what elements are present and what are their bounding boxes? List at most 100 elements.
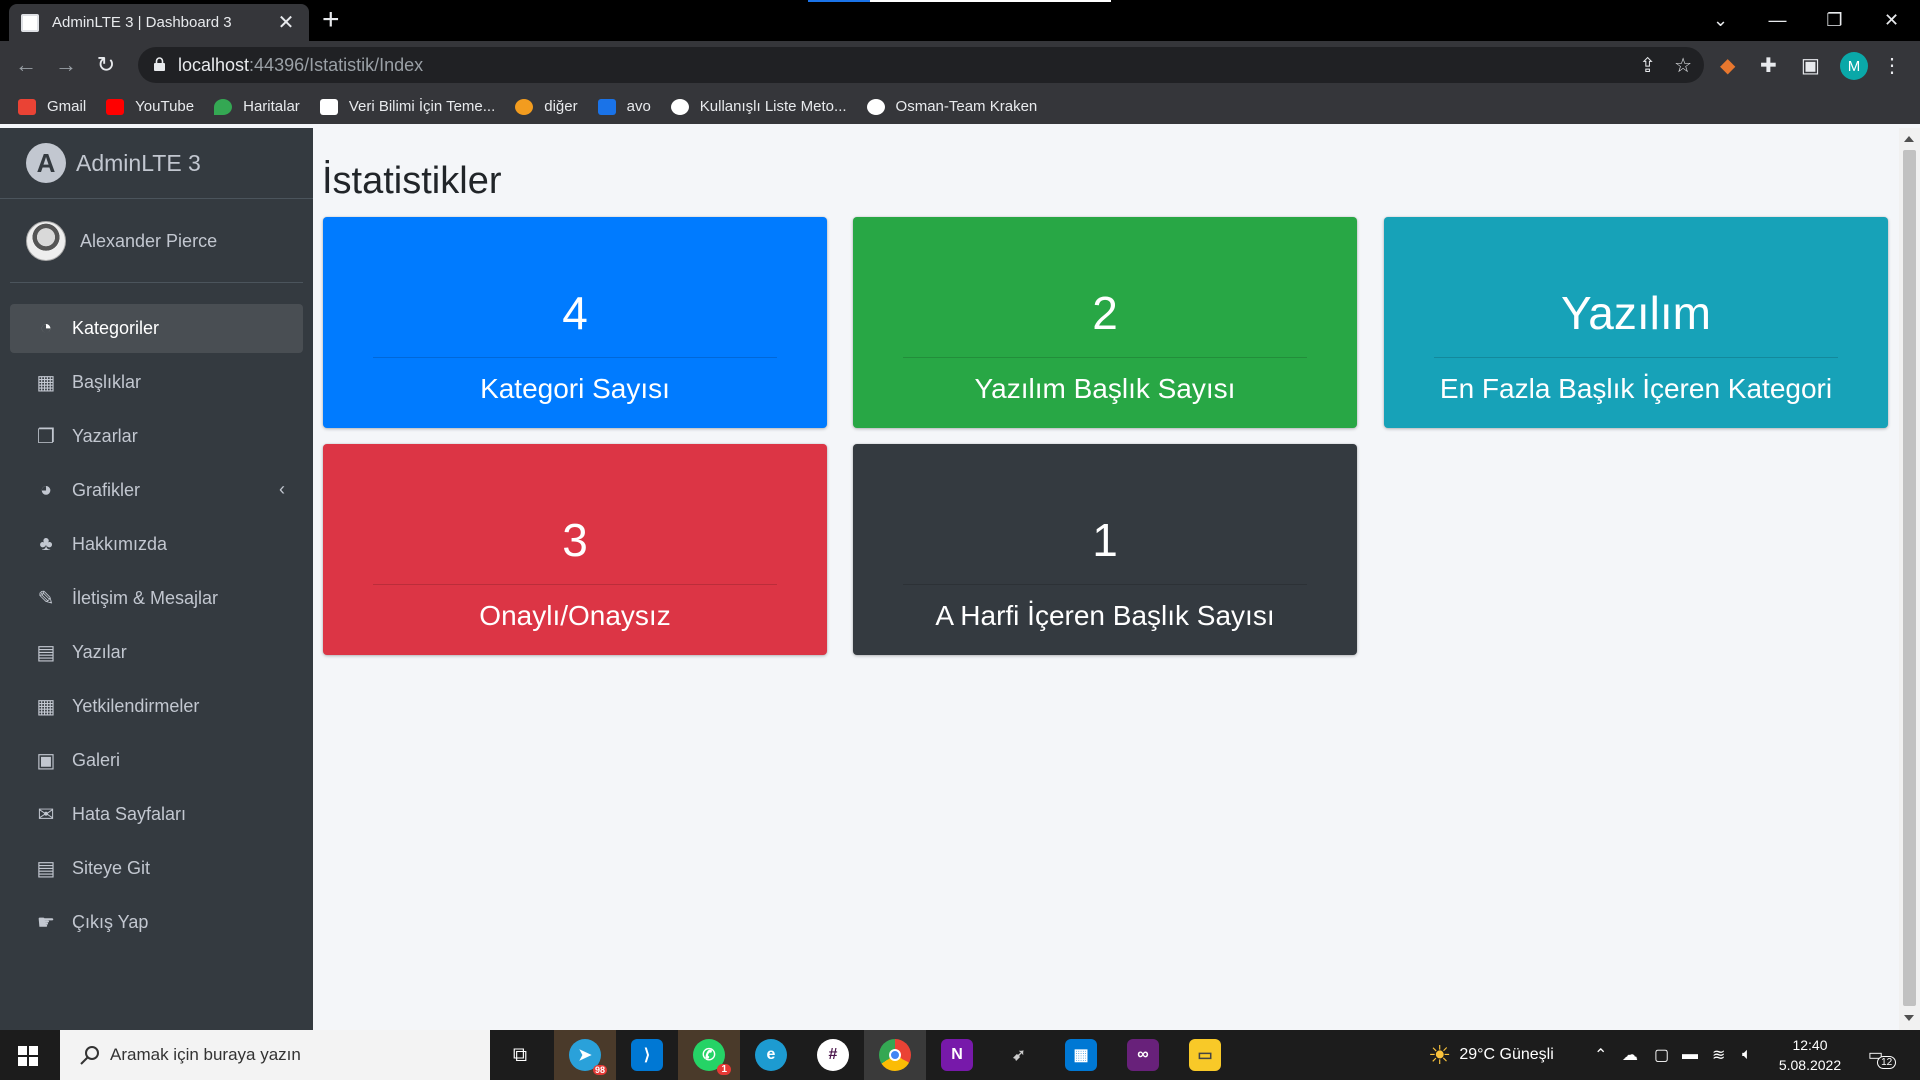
store-app[interactable]: ▦ xyxy=(1050,1030,1112,1080)
book-icon: ▤ xyxy=(36,858,56,880)
bookmark-diger[interactable]: diğer xyxy=(515,98,578,115)
close-window-icon[interactable]: ✕ xyxy=(1863,0,1920,41)
close-tab-icon[interactable]: ✕ xyxy=(275,10,297,35)
bookmark-avo[interactable]: avo xyxy=(597,98,651,115)
clock[interactable]: 12:40 5.08.2022 xyxy=(1775,1035,1845,1075)
sidebar-item-hakkimizda[interactable]: ♣ Hakkımızda xyxy=(10,520,303,569)
maps-icon xyxy=(214,98,233,115)
cursor-app[interactable]: ➹ xyxy=(988,1030,1050,1080)
bookmark-veri-bilimi[interactable]: Veri Bilimi İçin Teme... xyxy=(319,98,495,115)
bookmark-maps[interactable]: Haritalar xyxy=(214,98,300,115)
sidebar-item-yetkilendirmeler[interactable]: ▦ Yetkilendirmeler xyxy=(10,682,303,731)
grid-icon: ▦ xyxy=(36,372,56,394)
side-panel-icon[interactable]: ▣ xyxy=(1801,53,1820,78)
sidebar-item-kategoriler[interactable]: ◔ Kategoriler xyxy=(10,304,303,353)
clock-time: 12:40 xyxy=(1792,1037,1828,1053)
sidebar-item-galeri[interactable]: ▣ Galeri xyxy=(10,736,303,785)
sidebar-item-label: Yetkilendirmeler xyxy=(72,696,200,716)
brand-link[interactable]: A AdminLTE 3 xyxy=(0,128,313,199)
sidebar-item-yazarlar[interactable]: ❐ Yazarlar xyxy=(10,412,303,461)
windows-taskbar: Aramak için buraya yazın ⧉ ➤ 98 ⟩ ✆ 1 e # … xyxy=(0,1030,1920,1080)
bookmark-osman-team[interactable]: Osman-Team Kraken xyxy=(866,98,1037,115)
onenote-app[interactable]: N xyxy=(926,1030,988,1080)
sidebar-item-iletisim[interactable]: ✎ İletişim & Mesajlar xyxy=(10,574,303,623)
metamask-icon[interactable]: ◆ xyxy=(1720,53,1735,78)
volume-icon[interactable]: 🔈︎ xyxy=(1742,1030,1752,1080)
whatsapp-app[interactable]: ✆ 1 xyxy=(678,1030,740,1080)
new-tab-button[interactable]: + xyxy=(322,5,340,35)
restore-icon[interactable]: ❐ xyxy=(1806,0,1863,41)
divider xyxy=(373,584,777,585)
page-icon xyxy=(21,13,39,32)
tab-strip-accent xyxy=(808,0,870,2)
envelope-icon: ✉ xyxy=(37,804,55,826)
gmail-icon xyxy=(18,98,36,115)
sidebar-item-label: Hakkımızda xyxy=(72,534,168,554)
slack-app[interactable]: # xyxy=(802,1030,864,1080)
table-icon: ▤ xyxy=(36,642,56,664)
notifications-icon[interactable]: ▭ 12 xyxy=(1868,1030,1897,1080)
sidebar-item-siteye-git[interactable]: ▤ Siteye Git xyxy=(10,844,303,893)
sidebar-item-label: Kategoriler xyxy=(72,318,160,338)
youtube-icon xyxy=(106,98,125,115)
tree-icon: ♣ xyxy=(39,533,53,555)
sidebar-item-label: Grafikler xyxy=(72,480,141,500)
avatar[interactable] xyxy=(26,221,66,261)
file-explorer-app[interactable]: ▭ xyxy=(1174,1030,1236,1080)
image-icon: ▣ xyxy=(36,750,56,772)
profile-avatar[interactable]: M xyxy=(1840,52,1868,80)
notification-count: 12 xyxy=(1877,1055,1897,1069)
sidebar-item-hata-sayfalari[interactable]: ✉ Hata Sayfaları xyxy=(10,790,303,839)
onedrive-icon[interactable]: ☁ xyxy=(1622,1030,1638,1080)
window-controls: ⌄ — ❐ ✕ xyxy=(1692,0,1920,41)
windows-start-icon[interactable] xyxy=(18,1046,38,1066)
sidebar-item-grafikler[interactable]: ◕ Grafikler ‹ xyxy=(10,466,303,515)
task-view-icon[interactable]: ⧉ xyxy=(489,1030,551,1080)
tray-chevron-icon[interactable]: ⌃ xyxy=(1594,1030,1607,1080)
stat-value: 2 xyxy=(1092,287,1118,339)
page-scrollbar[interactable] xyxy=(1899,128,1920,1030)
battery-icon[interactable]: ▬ xyxy=(1682,1030,1698,1080)
stat-box-en-fazla-kategori: Yazılım En Fazla Başlık İçeren Kategori xyxy=(1384,217,1888,428)
sidebar-item-yazilar[interactable]: ▤ Yazılar xyxy=(10,628,303,677)
chrome-app[interactable] xyxy=(864,1030,926,1080)
address-bar[interactable]: localhost:44396/Istatistik/Index ⇪ ☆ xyxy=(138,47,1704,83)
back-icon[interactable]: ← xyxy=(10,49,42,81)
divider xyxy=(903,584,1307,585)
scroll-down-icon[interactable] xyxy=(1904,1015,1914,1021)
telegram-app[interactable]: ➤ 98 xyxy=(554,1030,616,1080)
globe-icon xyxy=(670,98,689,115)
meet-icon[interactable]: ▢ xyxy=(1654,1030,1669,1080)
weather-widget[interactable]: ☀ 29°C Güneşli xyxy=(1428,1030,1554,1080)
minimize-icon[interactable]: — xyxy=(1749,0,1806,41)
share-icon[interactable]: ⇪ xyxy=(1639,53,1656,78)
forward-icon[interactable]: → xyxy=(50,49,82,81)
extensions-icon[interactable]: ✚ xyxy=(1760,53,1777,78)
taskbar-search[interactable]: Aramak için buraya yazın xyxy=(60,1030,490,1080)
stat-label: Yazılım Başlık Sayısı xyxy=(974,373,1236,404)
edge-app[interactable]: e xyxy=(740,1030,802,1080)
bookmark-youtube[interactable]: YouTube xyxy=(106,98,194,115)
sidebar-item-basliklar[interactable]: ▦ Başlıklar xyxy=(10,358,303,407)
wifi-icon[interactable]: ≋ xyxy=(1712,1030,1725,1080)
browser-tab[interactable]: AdminLTE 3 | Dashboard 3 ✕ xyxy=(9,4,309,41)
sidebar-item-label: Yazılar xyxy=(72,642,127,662)
menu-icon[interactable]: ⋮ xyxy=(1882,53,1902,78)
pie-chart-icon: ◕ xyxy=(39,479,53,501)
chevron-left-icon[interactable]: ‹ xyxy=(279,479,285,500)
bookmark-kullanisli[interactable]: Kullanışlı Liste Meto... xyxy=(670,98,847,115)
visual-studio-app[interactable]: ∞ xyxy=(1112,1030,1174,1080)
vscode-app[interactable]: ⟩ xyxy=(616,1030,678,1080)
sun-icon: ☀ xyxy=(1428,1039,1452,1070)
scroll-thumb[interactable] xyxy=(1903,150,1916,1006)
visual-studio-icon: ∞ xyxy=(1127,1039,1159,1071)
bookmark-gmail[interactable]: Gmail xyxy=(18,98,86,115)
vscode-icon: ⟩ xyxy=(631,1039,663,1071)
tab-search-icon[interactable]: ⌄ xyxy=(1692,0,1749,41)
brand-logo: A xyxy=(26,143,66,183)
sidebar-item-cikis-yap[interactable]: ☛ Çıkış Yap xyxy=(10,898,303,947)
user-name[interactable]: Alexander Pierce xyxy=(80,231,217,252)
scroll-up-icon[interactable] xyxy=(1904,136,1914,142)
reload-icon[interactable]: ↻ xyxy=(90,49,122,81)
bookmark-star-icon[interactable]: ☆ xyxy=(1674,53,1692,78)
